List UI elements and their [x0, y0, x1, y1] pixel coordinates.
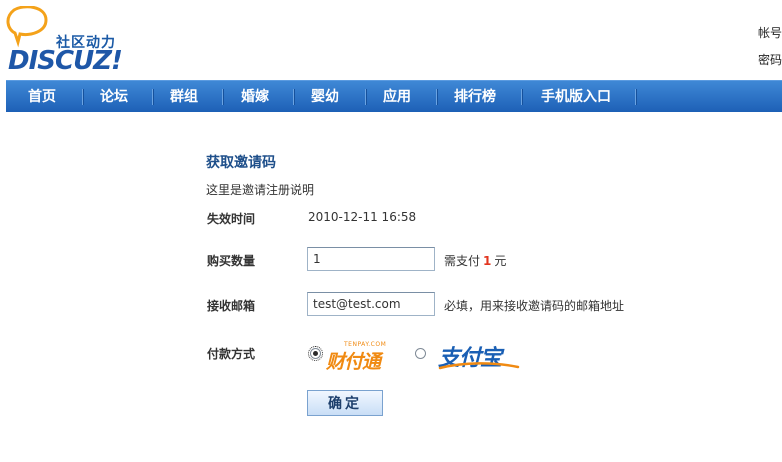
expire-value: 2010-12-11 16:58 [308, 210, 417, 224]
price-hint: 需支付 1 元 [444, 252, 506, 269]
logo-wordmark: DISCUZ! [8, 46, 123, 76]
nav-wedding[interactable]: 婚嫁 [241, 81, 269, 113]
email-hint: 必填，用来接收邀请码的邮箱地址 [444, 299, 625, 313]
price-hint-suffix: 元 [494, 254, 507, 268]
nav-divider [82, 89, 84, 105]
quantity-input[interactable] [307, 247, 435, 271]
quantity-label: 购买数量 [207, 254, 256, 268]
form-description: 这里是邀请注册说明 [206, 183, 315, 197]
nav-divider [436, 89, 438, 105]
expire-label: 失效时间 [207, 212, 256, 226]
nav-home[interactable]: 首页 [28, 81, 56, 113]
alipay-radio[interactable] [415, 348, 426, 359]
price-amount: 1 [483, 254, 492, 268]
alipay-logo[interactable]: 支付宝 [438, 338, 520, 371]
tenpay-logo[interactable]: TENPAY.COM 财付通 [326, 341, 408, 373]
nav-divider [635, 89, 637, 105]
site-logo[interactable]: 社区动力 DISCUZ! [6, 4, 142, 76]
email-input[interactable] [307, 292, 435, 316]
nav-divider [152, 89, 154, 105]
nav-baby[interactable]: 婴幼 [311, 81, 339, 113]
nav-forum[interactable]: 论坛 [100, 81, 128, 113]
speech-bubble-icon [6, 6, 48, 48]
nav-mobile[interactable]: 手机版入口 [541, 81, 611, 113]
nav-divider [365, 89, 367, 105]
nav-divider [521, 89, 523, 105]
nav-divider [222, 89, 224, 105]
payment-label: 付款方式 [207, 347, 256, 361]
nav-group[interactable]: 群组 [170, 81, 198, 113]
email-label: 接收邮箱 [207, 299, 256, 313]
main-nav: 首页 论坛 群组 婚嫁 婴幼 应用 排行榜 手机版入口 [6, 80, 782, 112]
tenpay-radio[interactable] [308, 346, 323, 361]
nav-ranking[interactable]: 排行榜 [454, 81, 496, 113]
nav-apps[interactable]: 应用 [383, 81, 411, 113]
tenpay-name: 财付通 [326, 351, 381, 373]
alipay-swoosh-icon [438, 362, 520, 370]
password-label: 密码 [758, 53, 782, 67]
nav-divider [293, 89, 295, 105]
page-title: 获取邀请码 [206, 155, 276, 171]
account-label: 帐号 [758, 26, 782, 40]
submit-button[interactable]: 确定 [307, 390, 383, 416]
price-hint-prefix: 需支付 [444, 254, 481, 268]
